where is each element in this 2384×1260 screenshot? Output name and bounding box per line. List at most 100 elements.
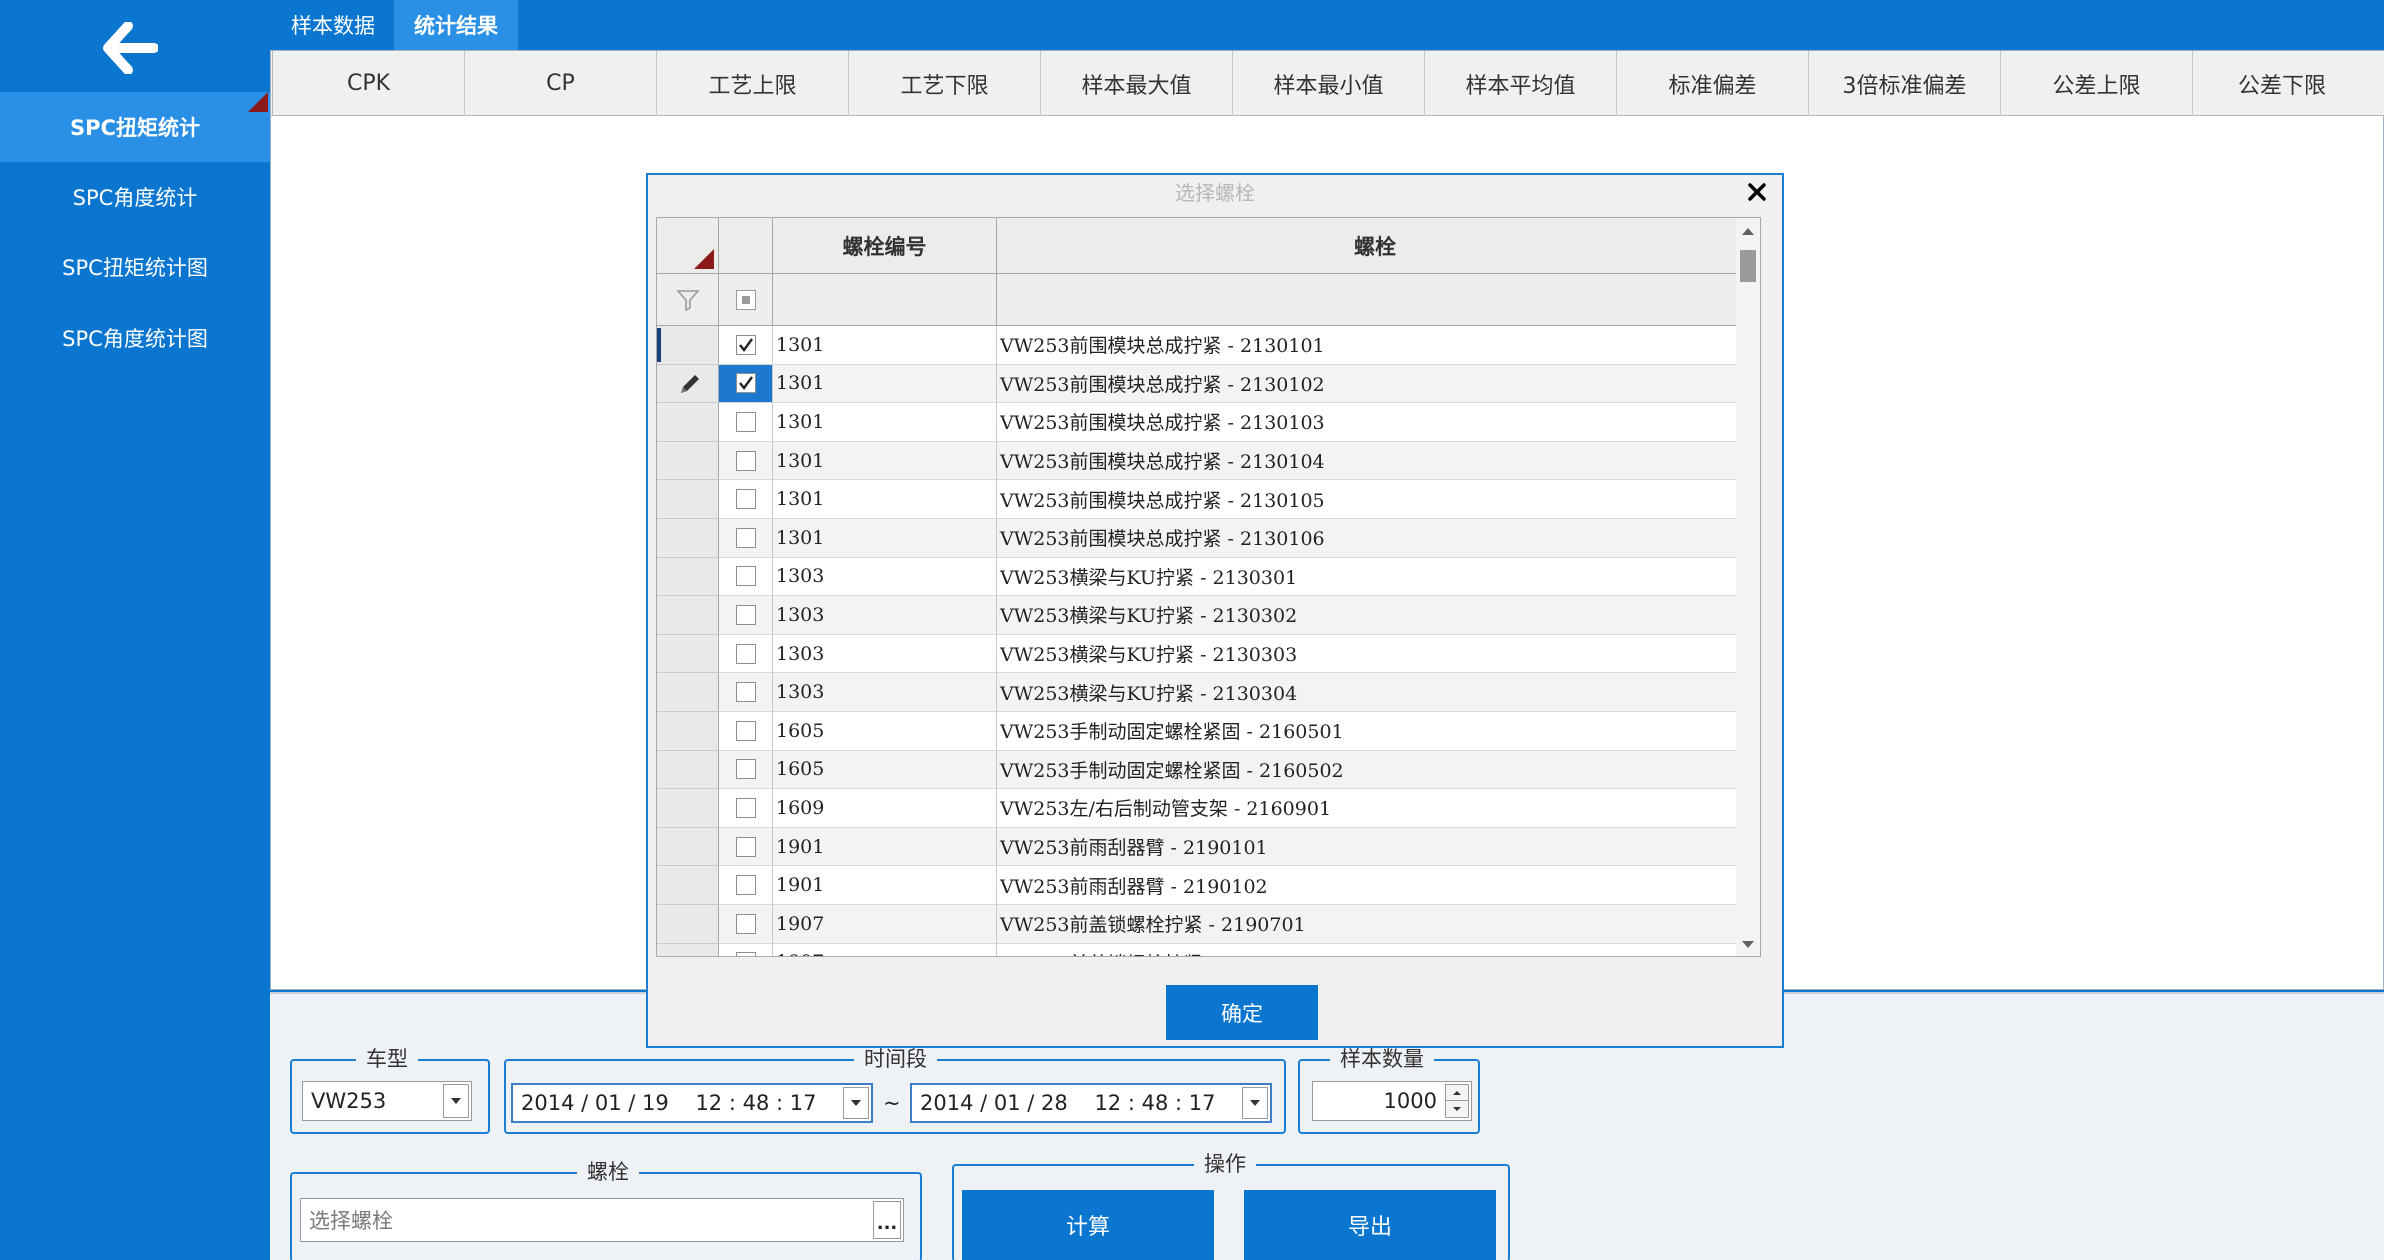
bolt-code-cell[interactable]: 1303 [773, 634, 997, 674]
row-header[interactable] [657, 750, 719, 790]
row-header[interactable] [657, 789, 719, 828]
row-header[interactable] [657, 634, 719, 674]
confirm-button[interactable]: 确定 [1166, 985, 1318, 1040]
column-header[interactable]: 标准偏差 [1617, 51, 1809, 116]
row-checkbox[interactable] [735, 759, 756, 780]
bolt-code-cell[interactable]: 1301 [773, 480, 997, 519]
bolt-code-cell[interactable]: 1609 [773, 789, 997, 828]
row-checkbox[interactable] [735, 875, 756, 896]
table-row[interactable]: 1609 VW253左/右后制动管支架 - 2160901 [657, 789, 1753, 828]
row-header[interactable] [657, 364, 719, 404]
row-header[interactable] [657, 673, 719, 712]
calculate-button[interactable]: 计算 [962, 1190, 1214, 1260]
bolt-code-cell[interactable]: 1605 [773, 750, 997, 790]
column-header[interactable]: 公差上限 [2001, 51, 2193, 116]
row-header[interactable] [657, 519, 719, 558]
spin-down-button[interactable] [1445, 1100, 1469, 1118]
sidebar-item-spc-torque-chart[interactable]: SPC扭矩统计图 [0, 232, 270, 302]
table-row[interactable]: 1303 VW253横梁与KU拧紧 - 2130302 [657, 596, 1753, 635]
indeterminate-checkbox[interactable] [735, 289, 756, 310]
table-row[interactable]: 1303 VW253横梁与KU拧紧 - 2130301 [657, 557, 1753, 597]
column-header-bolt-code[interactable]: 螺栓编号 [773, 218, 997, 274]
bolt-browse-button[interactable]: ... [873, 1201, 901, 1239]
table-row[interactable]: 1303 VW253横梁与KU拧紧 - 2130303 [657, 634, 1753, 674]
filter-cell-bolt-name[interactable] [997, 274, 1753, 326]
filter-button[interactable] [657, 274, 719, 326]
row-header[interactable] [657, 480, 719, 519]
column-header[interactable]: 样本平均值 [1425, 51, 1617, 116]
bolt-code-cell[interactable]: 1303 [773, 596, 997, 635]
table-row[interactable]: 1301 VW253前围模块总成拧紧 - 2130101 [657, 326, 1753, 365]
row-header[interactable] [657, 866, 719, 905]
bolt-code-cell[interactable]: 1303 [773, 557, 997, 597]
row-checkbox[interactable] [735, 797, 756, 818]
dialog-titlebar[interactable]: 选择螺栓 [648, 175, 1782, 211]
bolt-name-cell[interactable]: VW253前雨刮器臂 - 2190102 [997, 866, 1753, 905]
row-checkbox[interactable] [735, 450, 756, 471]
table-row[interactable]: 1907VW253前盖锁螺栓拧紧 - 2190702 [657, 943, 1753, 956]
table-row[interactable]: 1301 VW253前围模块总成拧紧 - 2130104 [657, 441, 1753, 481]
table-row[interactable]: 1901 VW253前雨刮器臂 - 2190101 [657, 827, 1753, 867]
row-header[interactable] [657, 441, 719, 481]
tab-sample-data[interactable]: 样本数据 [278, 0, 388, 50]
bolt-code-cell[interactable]: 1907 [773, 905, 997, 944]
row-header[interactable] [657, 403, 719, 442]
table-row[interactable]: 1301 VW253前围模块总成拧紧 - 2130106 [657, 519, 1753, 558]
scrollbar-thumb[interactable] [1740, 250, 1756, 282]
bolt-name-cell[interactable]: VW253前围模块总成拧紧 - 2130104 [997, 441, 1753, 481]
date-from-picker[interactable]: 2014 / 01 / 19 12 : 48 : 17 [511, 1083, 873, 1123]
vertical-scrollbar[interactable] [1736, 218, 1760, 956]
column-header[interactable]: 3倍标准偏差 [1809, 51, 2001, 116]
bolt-code-cell[interactable]: 1605 [773, 712, 997, 751]
check-all-filter[interactable] [719, 274, 773, 326]
bolt-code-cell[interactable]: 1901 [773, 827, 997, 867]
bolt-code-cell[interactable]: 1901 [773, 866, 997, 905]
column-header[interactable]: CP [465, 51, 657, 116]
table-row[interactable]: 1605 VW253手制动固定螺栓紧固 - 2160501 [657, 712, 1753, 751]
sample-count-spinner[interactable]: 1000 [1312, 1081, 1472, 1121]
row-checkbox[interactable] [735, 836, 756, 857]
table-row[interactable]: 1301 VW253前围模块总成拧紧 - 2130105 [657, 480, 1753, 519]
bolt-code-cell[interactable]: 1301 [773, 403, 997, 442]
tab-stat-results[interactable]: 统计结果 [394, 0, 518, 50]
row-header[interactable] [657, 557, 719, 597]
sidebar-item-spc-torque-stats[interactable]: SPC扭矩统计 [0, 92, 270, 162]
row-checkbox[interactable] [735, 952, 756, 956]
bolt-name-cell[interactable]: VW253前围模块总成拧紧 - 2130105 [997, 480, 1753, 519]
row-checkbox[interactable] [735, 334, 756, 355]
bolt-name-cell[interactable]: VW253前围模块总成拧紧 - 2130103 [997, 403, 1753, 442]
sidebar-item-spc-angle-stats[interactable]: SPC角度统计 [0, 162, 270, 232]
bolt-code-cell[interactable]: 1301 [773, 441, 997, 481]
sidebar-item-spc-angle-chart[interactable]: SPC角度统计图 [0, 303, 270, 373]
grid-corner[interactable] [248, 51, 273, 116]
table-row[interactable]: 1301 VW253前围模块总成拧紧 - 2130102 [657, 364, 1753, 404]
filter-cell-bolt-code[interactable] [773, 274, 997, 326]
export-button[interactable]: 导出 [1244, 1190, 1496, 1260]
bolt-code-cell[interactable]: 1301 [773, 519, 997, 558]
table-row[interactable]: 1901 VW253前雨刮器臂 - 2190102 [657, 866, 1753, 905]
row-checkbox[interactable] [735, 373, 756, 394]
row-checkbox[interactable] [735, 643, 756, 664]
bolt-code-cell[interactable]: 1301 [773, 326, 997, 365]
row-checkbox[interactable] [735, 604, 756, 625]
row-header[interactable] [657, 905, 719, 944]
bolt-name-cell[interactable]: VW253横梁与KU拧紧 - 2130301 [997, 558, 1753, 597]
column-header[interactable]: 样本最大值 [1041, 51, 1233, 116]
bolt-name-cell[interactable]: VW253手制动固定螺栓紧固 - 2160501 [997, 712, 1753, 751]
table-row[interactable]: 1303 VW253横梁与KU拧紧 - 2130304 [657, 673, 1753, 712]
bolt-name-cell[interactable]: VW253手制动固定螺栓紧固 - 2160502 [997, 750, 1753, 790]
row-header[interactable] [657, 712, 719, 751]
dialog-close-button[interactable] [1742, 177, 1772, 207]
column-header[interactable]: CPK [273, 51, 465, 116]
column-header[interactable]: 工艺上限 [657, 51, 849, 116]
bolt-name-cell[interactable]: VW253横梁与KU拧紧 - 2130303 [997, 635, 1753, 674]
table-row[interactable]: 1301 VW253前围模块总成拧紧 - 2130103 [657, 403, 1753, 442]
column-header[interactable]: 样本最小值 [1233, 51, 1425, 116]
date-to-dropdown-button[interactable] [1242, 1087, 1268, 1119]
column-header[interactable]: 公差下限 [2193, 51, 2384, 116]
row-checkbox[interactable] [735, 566, 756, 587]
table-row[interactable]: 1605 VW253手制动固定螺栓紧固 - 2160502 [657, 750, 1753, 790]
bolt-name-cell[interactable]: VW253前盖锁螺栓拧紧 - 2190701 [997, 905, 1753, 944]
bolt-name-cell[interactable]: VW253前盖锁螺栓拧紧 - 2190702 [997, 944, 1753, 956]
bolt-name-cell[interactable]: VW253前围模块总成拧紧 - 2130102 [997, 364, 1753, 404]
